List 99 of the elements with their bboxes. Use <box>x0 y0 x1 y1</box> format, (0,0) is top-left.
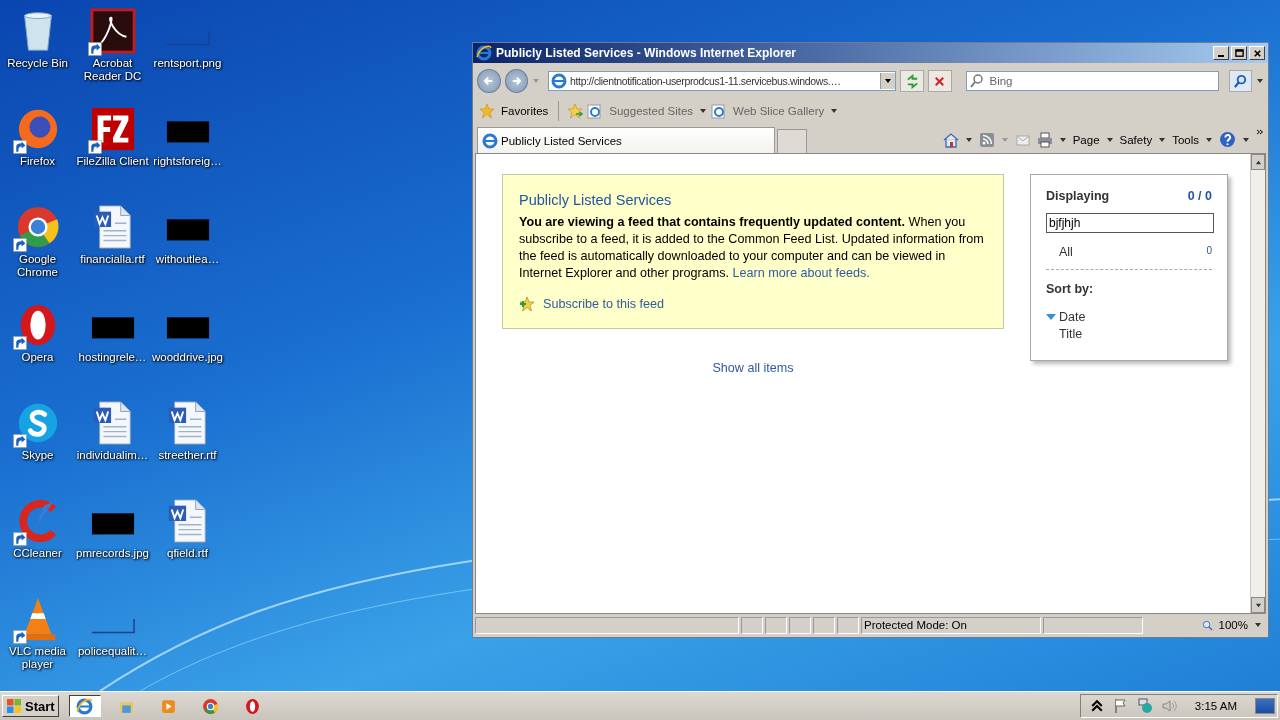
icon-label: Acrobat Reader DC <box>82 57 143 83</box>
icon-label: VLC media player <box>8 645 67 671</box>
dropdown-arrow-icon[interactable] <box>1205 135 1213 144</box>
address-dropdown-button[interactable] <box>880 73 896 89</box>
icon-label: qfield.rtf <box>167 547 208 560</box>
acrobat-icon[interactable] <box>89 8 136 54</box>
zoom-level[interactable]: 100% <box>1214 619 1252 631</box>
status-pane <box>765 616 787 634</box>
stop-button[interactable] <box>927 70 952 92</box>
learn-more-link[interactable]: Learn more about feeds. <box>732 266 870 280</box>
chrome-icon[interactable] <box>202 697 220 715</box>
favorites-button[interactable]: Favorites <box>499 105 551 117</box>
zoom-icon[interactable] <box>1201 619 1213 631</box>
scrollbar[interactable] <box>1250 154 1265 613</box>
filter-field[interactable]: bjfjhjh <box>1046 213 1214 233</box>
icon-label: hostingrele… <box>78 351 147 364</box>
windows-logo-icon[interactable] <box>6 698 22 714</box>
dropdown-arrow-icon[interactable] <box>1105 135 1114 144</box>
icon-label: Firefox <box>19 155 56 168</box>
browser-tab[interactable]: Publicly Listed Services <box>477 127 775 153</box>
dropdown-arrow-icon <box>884 77 893 85</box>
dropdown-arrow-icon[interactable] <box>1158 135 1167 144</box>
web-page-icon[interactable] <box>587 103 604 119</box>
internet-explorer-icon <box>476 45 492 61</box>
show-all-items-link[interactable]: Show all items <box>712 361 794 375</box>
back-button[interactable] <box>477 69 501 93</box>
tab-label[interactable]: Publicly Listed Services <box>501 134 622 147</box>
item-count: 0 / 0 <box>1187 189 1212 203</box>
page-icon <box>551 73 568 89</box>
command-menu[interactable]: Tools <box>1172 133 1199 146</box>
print-icon[interactable] <box>1036 131 1053 148</box>
search-button[interactable] <box>1228 70 1253 92</box>
favorites-link[interactable]: Web Slice Gallery <box>731 105 827 117</box>
status-pane <box>789 616 811 634</box>
feed-message: You are viewing a feed that contains frequently updated content. When you subscribe to a feed, it is added to the Common Feed List. Updated information from the feed is automatically downloaded to your computer and can be viewed in Internet Explorer and other programs. Learn more about feeds. <box>519 214 985 282</box>
maximize-icon <box>1234 48 1244 58</box>
feed-icon[interactable] <box>978 131 995 148</box>
clock: 3:15 AM <box>1194 700 1237 712</box>
dropdown-arrow-icon[interactable] <box>1256 77 1265 85</box>
icon-label: Skype <box>21 449 54 462</box>
close-icon <box>1252 48 1262 58</box>
home-icon[interactable] <box>942 131 959 148</box>
dropdown-arrow-icon[interactable] <box>1058 135 1067 144</box>
search-field[interactable]: Bing <box>965 71 1219 91</box>
icon-label: CCleaner <box>13 547 62 560</box>
status-pane <box>813 616 835 634</box>
star-icon[interactable] <box>479 103 495 119</box>
icon-label: streether.rtf <box>158 449 217 462</box>
icon-label: rentsport.png <box>153 57 222 70</box>
sort-heading: Sort by: <box>1046 282 1095 296</box>
chevron-icon[interactable] <box>1256 129 1264 137</box>
internet-explorer-icon[interactable] <box>76 697 94 715</box>
dropdown-arrow-icon[interactable] <box>699 107 708 115</box>
icon-label: Opera <box>21 351 54 364</box>
icon-label: rightsforeig… <box>153 155 222 168</box>
status-pane <box>741 616 763 634</box>
maximize-button[interactable] <box>1231 46 1247 60</box>
icon-label: policequalit… <box>77 645 147 658</box>
window-title: Publicly Listed Services - Windows Internet Explorer <box>496 46 797 60</box>
active-taskbar-button[interactable] <box>68 695 101 717</box>
dropdown-arrow-icon[interactable] <box>1242 135 1250 144</box>
icon-label: wooddrive.jpg <box>152 351 223 364</box>
command-menu[interactable]: Page <box>1072 133 1100 146</box>
icon-label: individualim… <box>76 449 149 462</box>
minimize-button[interactable] <box>1213 46 1229 60</box>
icon-label: Recycle Bin <box>7 57 68 70</box>
sort-option[interactable]: Title <box>1059 326 1083 341</box>
opera-icon[interactable] <box>244 697 262 715</box>
filezilla-icon[interactable] <box>89 106 136 152</box>
sort-option[interactable]: Date <box>1059 309 1086 324</box>
minimize-icon <box>1218 54 1224 57</box>
icon-label: Google Chrome <box>16 253 59 279</box>
subscribe-star-icon[interactable] <box>519 296 535 312</box>
close-button[interactable] <box>1249 46 1265 60</box>
internet-explorer-icon <box>482 132 498 149</box>
scroll-up-icon <box>1254 158 1262 166</box>
subscribe-link[interactable]: Subscribe to this feed <box>543 297 665 311</box>
status-pane <box>837 616 859 634</box>
dropdown-arrow-icon[interactable] <box>830 107 839 115</box>
protected-mode-status: Protected Mode: On <box>861 616 1041 634</box>
forward-button[interactable] <box>504 69 529 93</box>
icon-label: FileZilla Client <box>76 155 149 168</box>
feed-title: Publicly Listed Services <box>519 192 672 208</box>
search-icon <box>1232 73 1248 89</box>
icon-label: pmrecords.jpg <box>76 547 149 560</box>
help-icon[interactable] <box>1219 131 1236 148</box>
dropdown-arrow-icon[interactable] <box>1254 621 1262 629</box>
flag-icon[interactable] <box>1112 698 1129 714</box>
displaying-heading: Displaying <box>1046 189 1110 203</box>
web-page-icon[interactable] <box>711 103 728 119</box>
filter-link[interactable]: All <box>1059 245 1073 259</box>
dropdown-arrow-icon[interactable] <box>964 135 973 144</box>
scroll-down-icon <box>1254 601 1262 609</box>
favorites-link[interactable]: Suggested Sites <box>607 105 696 117</box>
icon-label: financialla.rtf <box>80 253 145 266</box>
filter-count: 0 <box>1206 245 1212 258</box>
media-player-icon[interactable] <box>160 697 178 715</box>
icon-label: withoutlea… <box>155 253 220 266</box>
command-menu[interactable]: Safety <box>1119 133 1153 146</box>
